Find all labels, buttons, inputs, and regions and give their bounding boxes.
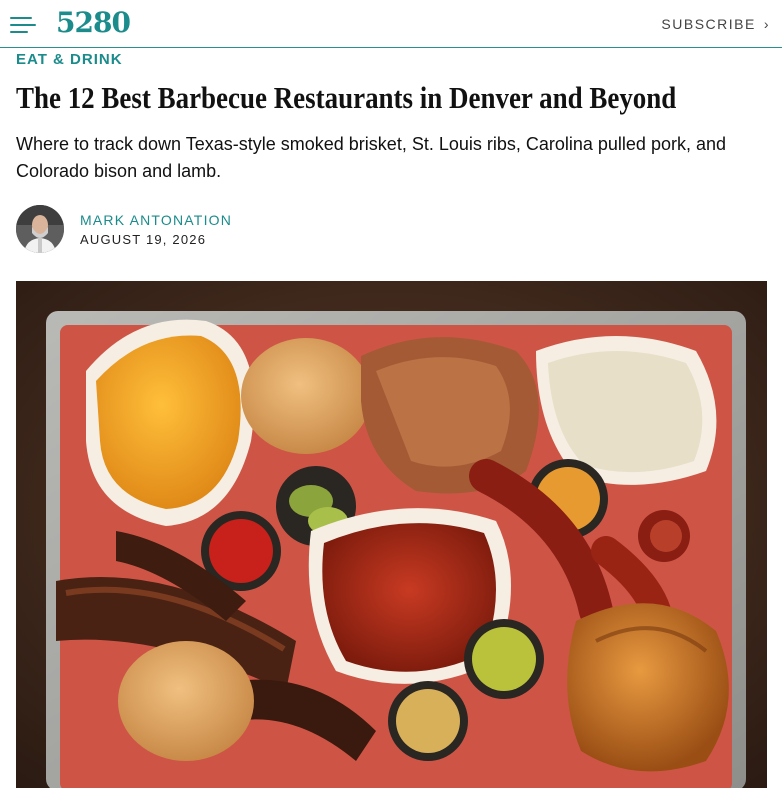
article-title: The 12 Best Barbecue Restaurants in Denv… [16,80,677,115]
chevron-right-icon: › [763,16,770,32]
author-name[interactable]: MARK ANTONATION [80,212,232,228]
article-dek: Where to track down Texas-style smoked b… [16,134,726,181]
hamburger-menu-icon[interactable] [10,14,36,36]
hero-image [16,281,767,788]
top-navigation-bar: 5280 SUBSCRIBE › [0,0,782,48]
publish-date: AUGUST 19, 2026 [80,232,207,247]
site-logo[interactable]: 5280 [56,6,131,39]
section-label[interactable]: EAT & DRINK [16,51,123,68]
author-avatar[interactable] [16,205,64,253]
subscribe-button[interactable]: SUBSCRIBE › [661,16,770,32]
subscribe-label: SUBSCRIBE [661,16,756,32]
